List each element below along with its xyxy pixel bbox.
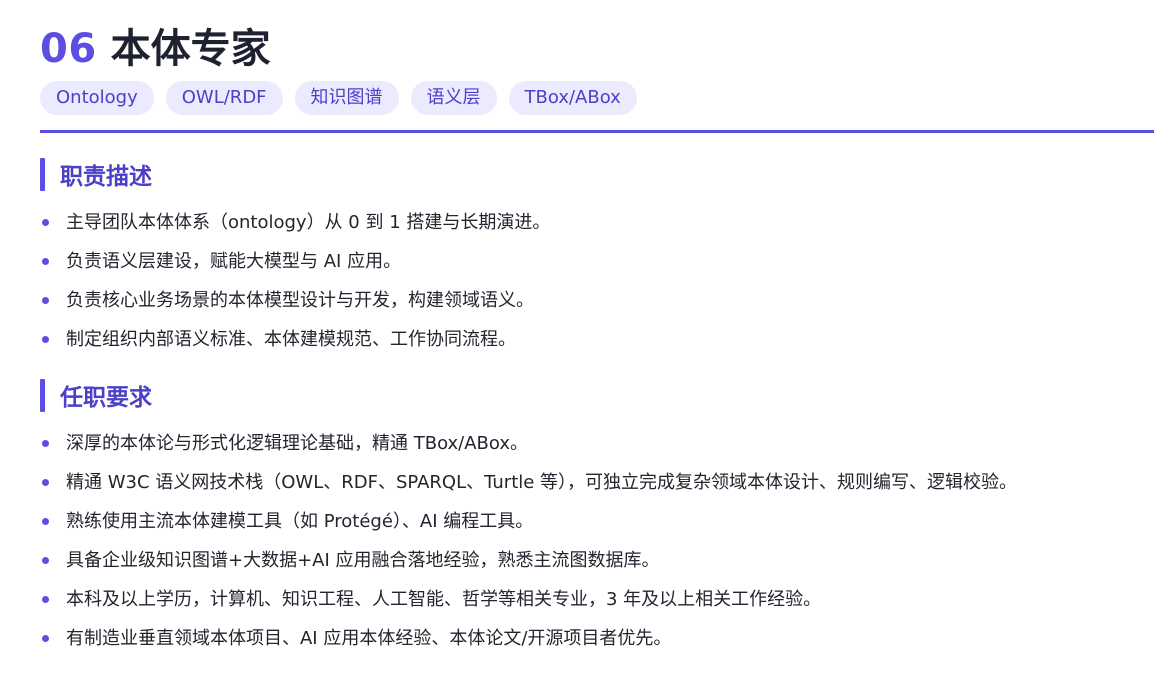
list-item-text: 负责核心业务场景的本体模型设计与开发，构建领域语义。 <box>66 290 534 311</box>
section-title: 职责描述 <box>60 164 152 190</box>
bullet-icon <box>42 635 49 642</box>
list-item: 具备企业级知识图谱+大数据+AI 应用融合落地经验，熟悉主流图数据库。 <box>40 541 1154 580</box>
list-item: 深厚的本体论与形式化逻辑理论基础，精通 TBox/ABox。 <box>40 424 1154 463</box>
list-item-text: 深厚的本体论与形式化逻辑理论基础，精通 TBox/ABox。 <box>66 433 529 454</box>
section-title: 任职要求 <box>60 385 152 411</box>
list-item: 负责语义层建设，赋能大模型与 AI 应用。 <box>40 242 1154 281</box>
list-item: 有制造业垂直领域本体项目、AI 应用本体经验、本体论文/开源项目者优先。 <box>40 619 1154 658</box>
bullet-icon <box>42 440 49 447</box>
bullet-icon <box>42 297 49 304</box>
job-card: 06 本体专家 Ontology OWL/RDF 知识图谱 语义层 TBox/A… <box>40 0 1154 658</box>
requirements-list: 深厚的本体论与形式化逻辑理论基础，精通 TBox/ABox。 精通 W3C 语义… <box>40 424 1154 658</box>
tag-tbox-abox: TBox/ABox <box>508 81 637 115</box>
page-title: 本体专家 <box>110 26 271 72</box>
tag-ontology: Ontology <box>40 81 154 115</box>
list-item-text: 熟练使用主流本体建模工具（如 Protégé）、AI 编程工具。 <box>66 511 534 532</box>
tag-owl-rdf: OWL/RDF <box>165 81 283 115</box>
section-accent-bar <box>40 157 45 191</box>
list-item: 精通 W3C 语义网技术栈（OWL、RDF、SPARQL、Turtle 等），可… <box>40 463 1154 502</box>
header-divider <box>40 130 1154 133</box>
list-item-text: 主导团队本体体系（ontology）从 0 到 1 搭建与长期演进。 <box>66 212 551 233</box>
list-item-text: 具备企业级知识图谱+大数据+AI 应用融合落地经验，熟悉主流图数据库。 <box>66 550 660 571</box>
section-number: 06 <box>40 26 97 72</box>
list-item-text: 精通 W3C 语义网技术栈（OWL、RDF、SPARQL、Turtle 等），可… <box>66 472 1018 493</box>
section-heading-responsibilities: 职责描述 <box>40 157 1154 191</box>
bullet-icon <box>42 219 49 226</box>
list-item: 制定组织内部语义标准、本体建模规范、工作协同流程。 <box>40 320 1154 359</box>
bullet-icon <box>42 479 49 486</box>
list-item-text: 制定组织内部语义标准、本体建模规范、工作协同流程。 <box>66 329 516 350</box>
tag-knowledge-graph: 知识图谱 <box>294 81 399 115</box>
bullet-icon <box>42 596 49 603</box>
bullet-icon <box>42 258 49 265</box>
responsibilities-list: 主导团队本体体系（ontology）从 0 到 1 搭建与长期演进。 负责语义层… <box>40 203 1154 359</box>
list-item: 主导团队本体体系（ontology）从 0 到 1 搭建与长期演进。 <box>40 203 1154 242</box>
tag-list: Ontology OWL/RDF 知识图谱 语义层 TBox/ABox <box>40 81 1154 115</box>
tag-semantic-layer: 语义层 <box>410 81 497 115</box>
bullet-icon <box>42 518 49 525</box>
section-accent-bar <box>40 378 45 412</box>
list-item-text: 有制造业垂直领域本体项目、AI 应用本体经验、本体论文/开源项目者优先。 <box>66 628 672 649</box>
list-item-text: 本科及以上学历，计算机、知识工程、人工智能、哲学等相关专业，3 年及以上相关工作… <box>66 589 822 610</box>
list-item-text: 负责语义层建设，赋能大模型与 AI 应用。 <box>66 251 402 272</box>
list-item: 本科及以上学历，计算机、知识工程、人工智能、哲学等相关专业，3 年及以上相关工作… <box>40 580 1154 619</box>
section-heading-requirements: 任职要求 <box>40 378 1154 412</box>
list-item: 负责核心业务场景的本体模型设计与开发，构建领域语义。 <box>40 281 1154 320</box>
bullet-icon <box>42 557 49 564</box>
bullet-icon <box>42 336 49 343</box>
page-header: 06 本体专家 <box>40 16 1154 72</box>
list-item: 熟练使用主流本体建模工具（如 Protégé）、AI 编程工具。 <box>40 502 1154 541</box>
